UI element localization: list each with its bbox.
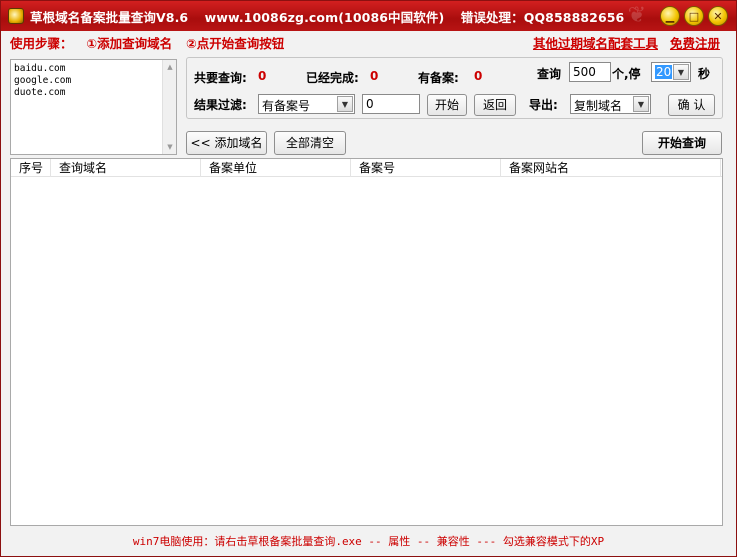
close-button[interactable]: ✕	[708, 6, 728, 26]
pause-seconds-select[interactable]: 20 ▼	[651, 62, 691, 82]
column-header-unit[interactable]: 备案单位	[201, 159, 351, 177]
title-bar[interactable]: 草根域名备案批量查询V8.6 www.10086zg.com(10086中国软件…	[1, 1, 736, 31]
close-icon: ✕	[713, 9, 723, 23]
domain-scrollbar[interactable]: ▲ ▼	[162, 60, 176, 154]
filter-select[interactable]: 有备案号 ▼	[258, 94, 355, 114]
step-one: ①添加查询域名	[86, 36, 173, 51]
domain-list: baidu.com google.com duote.com	[11, 60, 176, 102]
register-link[interactable]: 免费注册	[670, 36, 720, 51]
scroll-down-icon[interactable]: ▼	[163, 140, 177, 154]
minimize-icon: ▁	[665, 9, 675, 23]
decorative-swirl-icon: ❦	[627, 3, 646, 28]
scroll-up-icon[interactable]: ▲	[163, 60, 177, 74]
clear-all-button[interactable]: 全部清空	[274, 131, 346, 155]
seconds-label: 秒	[698, 67, 711, 81]
export-select-value: 复制域名	[574, 99, 623, 113]
export-confirm-button[interactable]: 确 认	[668, 94, 715, 116]
column-header-record-no[interactable]: 备案号	[351, 159, 501, 177]
column-header-domain[interactable]: 查询域名	[51, 159, 201, 177]
done-value: 0	[370, 69, 379, 83]
filter-value-input[interactable]: 0	[362, 94, 420, 114]
done-label: 已经完成:	[306, 71, 359, 85]
domain-input-area[interactable]: baidu.com google.com duote.com ▲ ▼	[10, 59, 177, 155]
query-label: 查询	[537, 67, 562, 81]
query-count-input[interactable]: 500	[569, 62, 611, 82]
steps-label: 使用步骤：	[10, 36, 73, 51]
record-label: 有备案:	[418, 71, 459, 85]
total-value: 0	[258, 69, 267, 83]
maximize-button[interactable]: □	[684, 6, 704, 26]
record-value: 0	[474, 69, 483, 83]
table-header: 序号 查询域名 备案单位 备案号 备案网站名	[11, 159, 722, 177]
main-window: 草根域名备案批量查询V8.6 www.10086zg.com(10086中国软件…	[0, 0, 737, 557]
app-name: 草根域名备案批量查询V8.6	[30, 9, 189, 25]
export-select[interactable]: 复制域名 ▼	[570, 94, 651, 114]
start-query-button[interactable]: 开始查询	[642, 131, 722, 155]
tools-link[interactable]: 其他过期域名配套工具	[533, 36, 658, 51]
results-table[interactable]: 序号 查询域名 备案单位 备案号 备案网站名	[10, 158, 723, 526]
domain-line: google.com	[14, 75, 72, 86]
filter-select-value: 有备案号	[262, 99, 311, 113]
pause-seconds-value: 20	[655, 65, 673, 79]
filter-start-button[interactable]: 开始	[427, 94, 467, 116]
chevron-down-icon[interactable]: ▼	[337, 96, 353, 112]
chevron-down-icon[interactable]: ▼	[633, 96, 649, 112]
filter-label: 结果过滤:	[194, 98, 247, 112]
minimize-button[interactable]: ▁	[660, 6, 680, 26]
maximize-icon: □	[688, 9, 700, 23]
window-controls: ▁ □ ✕	[660, 6, 728, 26]
column-header-site-name[interactable]: 备案网站名	[501, 159, 721, 177]
query-unit-label: 个,停	[612, 67, 641, 81]
add-domain-button[interactable]: << 添加域名	[186, 131, 267, 155]
usage-steps: 使用步骤： ①添加查询域名 ②点开始查询按钮	[10, 33, 298, 52]
chevron-down-icon[interactable]: ▼	[673, 64, 689, 80]
domain-line: baidu.com	[14, 63, 66, 74]
settings-panel: 共要查询: 0 已经完成: 0 有备案: 0 查询 500 个,停 20 ▼ 秒…	[186, 57, 723, 119]
support-contact: 错误处理：QQ858882656	[460, 9, 625, 25]
footer-tip: win7电脑使用：请右击草根备案批量查询.exe -- 属性 -- 兼容性 --…	[132, 535, 605, 548]
window-title: 草根域名备案批量查询V8.6 www.10086zg.com(10086中国软件…	[30, 7, 636, 26]
website-url: www.10086zg.com(10086中国软件)	[204, 9, 445, 25]
column-header-index[interactable]: 序号	[11, 159, 51, 177]
export-label: 导出:	[529, 98, 558, 112]
domain-line: duote.com	[14, 87, 66, 98]
filter-back-button[interactable]: 返回	[474, 94, 516, 116]
total-label: 共要查询:	[194, 71, 247, 85]
top-links: 其他过期域名配套工具 免费注册	[521, 33, 720, 52]
app-logo-icon	[8, 8, 24, 24]
step-two: ②点开始查询按钮	[186, 36, 285, 51]
